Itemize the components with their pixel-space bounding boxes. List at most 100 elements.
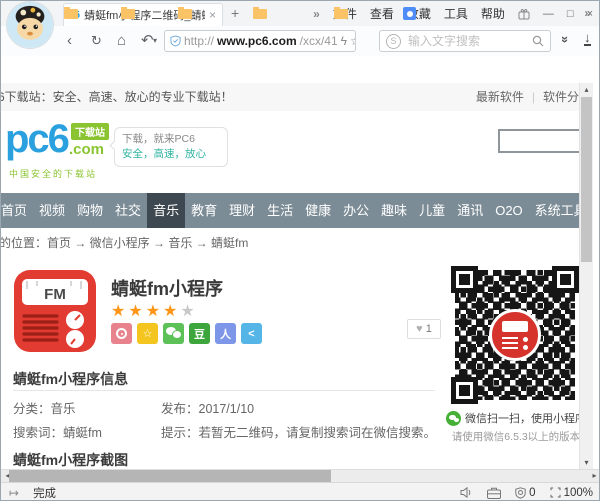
like-button[interactable]: ♥ 1 <box>407 319 441 339</box>
nav-life[interactable]: 生活 <box>261 193 299 228</box>
undo-dropdown-icon[interactable]: ▾ <box>153 26 157 56</box>
nav-fun[interactable]: 趣味 <box>375 193 413 228</box>
folder-icon <box>334 6 349 19</box>
share-weibo-icon[interactable] <box>111 323 132 344</box>
zoom-level: 100% <box>563 486 593 499</box>
heart-icon: ♥ <box>416 323 423 335</box>
star-filled-icon: ★ <box>145 303 164 320</box>
nav-office[interactable]: 办公 <box>337 193 375 228</box>
tab-close-icon[interactable]: × <box>209 8 216 22</box>
notice-links: 最新软件 | 软件分类 <box>476 83 579 111</box>
share-qzone-icon[interactable]: ☆ <box>137 323 158 344</box>
scroll-right-icon[interactable]: ▸ <box>588 470 599 482</box>
info-tip: 提示：若暂无二维码，请复制搜索词在微信搜索。 <box>161 426 437 440</box>
star-filled-icon: ★ <box>163 303 181 320</box>
nav-system-tools[interactable]: 系统工具 <box>529 193 579 228</box>
bookmarks-overflow-icon[interactable]: » <box>584 6 591 20</box>
address-bar[interactable]: http://www.pc6.com/xcx/41 ϟ ☆ ▾ <box>164 30 356 52</box>
section-divider <box>13 390 435 391</box>
qr-finder <box>552 266 579 293</box>
download-manager-icon[interactable]: ↓ <box>584 31 591 46</box>
toolbar-expand-icon[interactable]: » <box>558 36 573 43</box>
nav-communication[interactable]: 通讯 <box>451 193 489 228</box>
search-engine-icon[interactable]: S <box>386 33 401 49</box>
nav-home[interactable]: 首页 <box>1 193 33 228</box>
info-keyword: 搜索词：蜻蜓fm <box>13 426 102 440</box>
divider: | <box>531 90 535 104</box>
search-input[interactable] <box>406 33 527 49</box>
refresh-icon[interactable]: ↻ <box>91 26 102 56</box>
url-path: /xcx/41 <box>299 34 338 48</box>
new-tab-button[interactable]: + <box>231 5 239 21</box>
browser-tab[interactable]: 6 蜻蜓fm小程序二维码_蜻蜓 × <box>63 3 223 26</box>
link-software-category[interactable]: 软件分类 <box>543 83 579 111</box>
back-icon[interactable]: ‹ <box>67 26 72 56</box>
nav-o2o[interactable]: O2O <box>489 193 528 228</box>
pc6-logo[interactable]: pc6 <box>5 117 70 161</box>
share-wechat-icon[interactable] <box>163 323 184 344</box>
link-latest-software[interactable]: 最新软件 <box>476 83 524 111</box>
url-host: www.pc6.com <box>217 34 297 48</box>
nav-education[interactable]: 教育 <box>185 193 223 228</box>
share-douban-icon[interactable]: 豆 <box>189 323 210 344</box>
nav-social[interactable]: 社交 <box>109 193 147 228</box>
menu-tools[interactable]: 工具 <box>444 5 468 22</box>
baidu-icon <box>403 7 417 20</box>
logo-badge: 下载站 <box>71 123 109 140</box>
maximize-button[interactable]: □ <box>567 8 574 20</box>
speed-lightning-icon[interactable]: ϟ <box>341 34 347 48</box>
home-icon[interactable]: ⌂ <box>117 26 126 56</box>
menu-view[interactable]: 查看 <box>370 5 394 22</box>
star-filled-icon: ★ <box>128 303 146 320</box>
nav-video[interactable]: 视频 <box>33 193 71 228</box>
slogan-line1: 下载，就来PC6 <box>122 133 195 145</box>
mute-speaker-icon[interactable] <box>460 487 473 498</box>
gift-icon[interactable] <box>518 8 530 20</box>
qr-finder <box>451 377 478 404</box>
menu-help[interactable]: 帮助 <box>481 5 505 22</box>
qr-finder <box>451 266 478 293</box>
site-search-input[interactable] <box>498 129 579 153</box>
page-load-status: 完成 <box>33 487 57 500</box>
magnifier-icon[interactable] <box>532 35 544 47</box>
logo-tagline: 中国安全的下载站 <box>9 169 98 179</box>
status-bar: ↦ 完成 0 100% <box>1 482 599 500</box>
nav-music-active[interactable]: 音乐 <box>147 193 186 228</box>
user-avatar[interactable] <box>7 2 53 48</box>
info-section-heading: 蜻蜓fm小程序信息 <box>13 371 129 387</box>
scroll-up-icon[interactable]: ▴ <box>580 83 593 96</box>
nav-finance[interactable]: 理财 <box>223 193 261 228</box>
folder-icon <box>177 6 192 19</box>
fullscreen-corners-icon <box>550 487 561 498</box>
horizontal-scrollbar[interactable]: ◂ ▸ <box>1 469 599 482</box>
breadcrumb[interactable]: 的位置：首页 → 微信小程序 → 音乐 → 蜻蜓fm <box>1 228 579 258</box>
info-category: 分类：音乐 <box>13 402 76 416</box>
vertical-scrollbar-thumb[interactable] <box>581 97 592 262</box>
info-published: 发布：2017/1/10 <box>161 402 255 416</box>
share-renren-icon[interactable]: 人 <box>215 323 236 344</box>
folder-icon <box>253 6 268 19</box>
undo-icon[interactable]: ↶ <box>141 26 154 56</box>
ad-block-counter[interactable]: 0 <box>515 486 536 499</box>
nav-health[interactable]: 健康 <box>299 193 337 228</box>
rating-stars: ★★★★★ <box>111 301 198 321</box>
qr-center-logo <box>489 309 541 361</box>
folder-icon <box>120 6 135 19</box>
toolbar-search: S <box>379 30 551 52</box>
vertical-scrollbar[interactable]: ▴ ▾ <box>579 83 593 469</box>
toolbox-icon[interactable] <box>487 487 502 499</box>
toolbar-overflow-icon[interactable]: » <box>313 7 320 21</box>
blocked-count: 0 <box>529 486 536 499</box>
share-more-icon[interactable]: < <box>241 323 262 344</box>
screenshots-heading: 蜻蜓fm小程序截图 <box>13 452 129 468</box>
minimize-button[interactable]: — <box>543 8 554 20</box>
bookmark-star-icon[interactable]: ☆ <box>350 34 355 48</box>
nav-shopping[interactable]: 购物 <box>71 193 109 228</box>
zoom-control[interactable]: 100% <box>550 487 593 499</box>
site-slogan: 6下载站：安全、高速、放心的专业下载站！ <box>1 90 233 104</box>
site-header: pc6 下载站 .com 中国安全的下载站 下载，就来PC6 安全，高速，放心 <box>1 111 579 193</box>
scroll-down-icon[interactable]: ▾ <box>580 456 593 469</box>
nav-kids[interactable]: 儿童 <box>413 193 451 228</box>
horizontal-scrollbar-thumb[interactable] <box>9 470 331 482</box>
app-title: 蜻蜓fm小程序 <box>111 279 223 299</box>
